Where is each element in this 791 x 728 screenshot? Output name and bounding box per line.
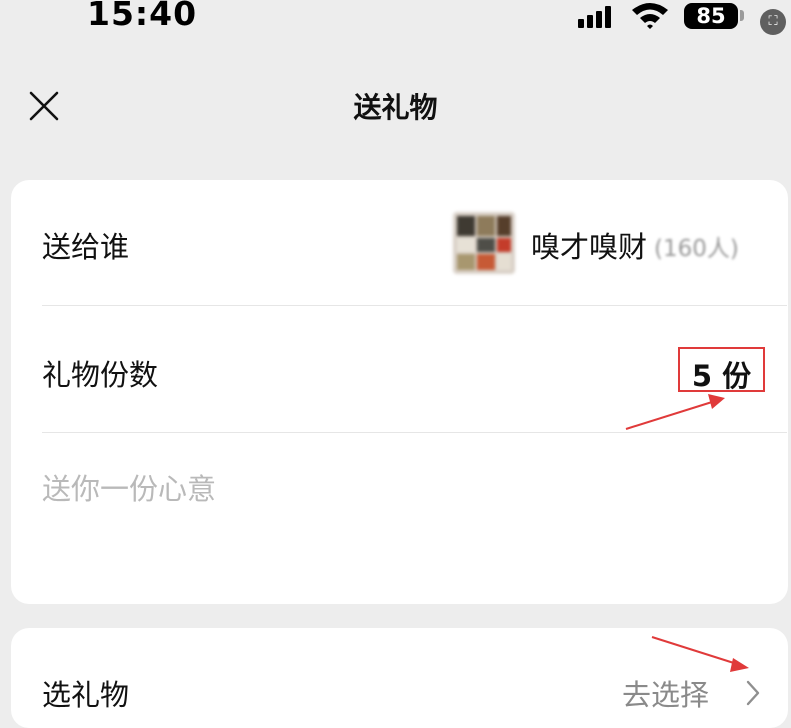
gift-message-input[interactable]: 送你一份心意 <box>42 466 216 508</box>
recipient-member-count: (160人) <box>654 236 739 262</box>
battery-tip <box>740 10 744 21</box>
chevron-right-icon[interactable] <box>745 679 761 707</box>
gift-count-highlight: 5 份 <box>678 347 765 395</box>
page-title: 送礼物 <box>353 91 438 124</box>
recipient-label: 送给谁 <box>42 230 130 264</box>
recipient-name[interactable]: 嗅才嗅财 <box>531 224 647 266</box>
select-gift-card[interactable]: 选礼物 去选择 <box>11 628 788 728</box>
divider <box>42 432 787 433</box>
screen-capture-icon[interactable]: ⛶ <box>760 9 786 35</box>
gift-count-value[interactable]: 5 份 <box>680 353 763 395</box>
group-avatar[interactable] <box>453 212 515 274</box>
gift-form-card: 送给谁 嗅才嗅财 (160人) 礼物份数 5 份 送你一份心意 <box>11 180 788 604</box>
signal-icon <box>578 6 618 28</box>
battery-icon: 85 <box>684 3 738 29</box>
status-time: 15:40 <box>87 0 198 33</box>
select-gift-label: 选礼物 <box>42 678 130 712</box>
divider <box>42 305 787 306</box>
battery-level: 85 <box>696 4 726 28</box>
gift-count-label: 礼物份数 <box>42 358 159 392</box>
wifi-icon <box>632 3 668 29</box>
select-gift-action[interactable]: 去选择 <box>622 672 709 714</box>
status-bar: 15:40 85 ⛶ <box>0 0 791 40</box>
